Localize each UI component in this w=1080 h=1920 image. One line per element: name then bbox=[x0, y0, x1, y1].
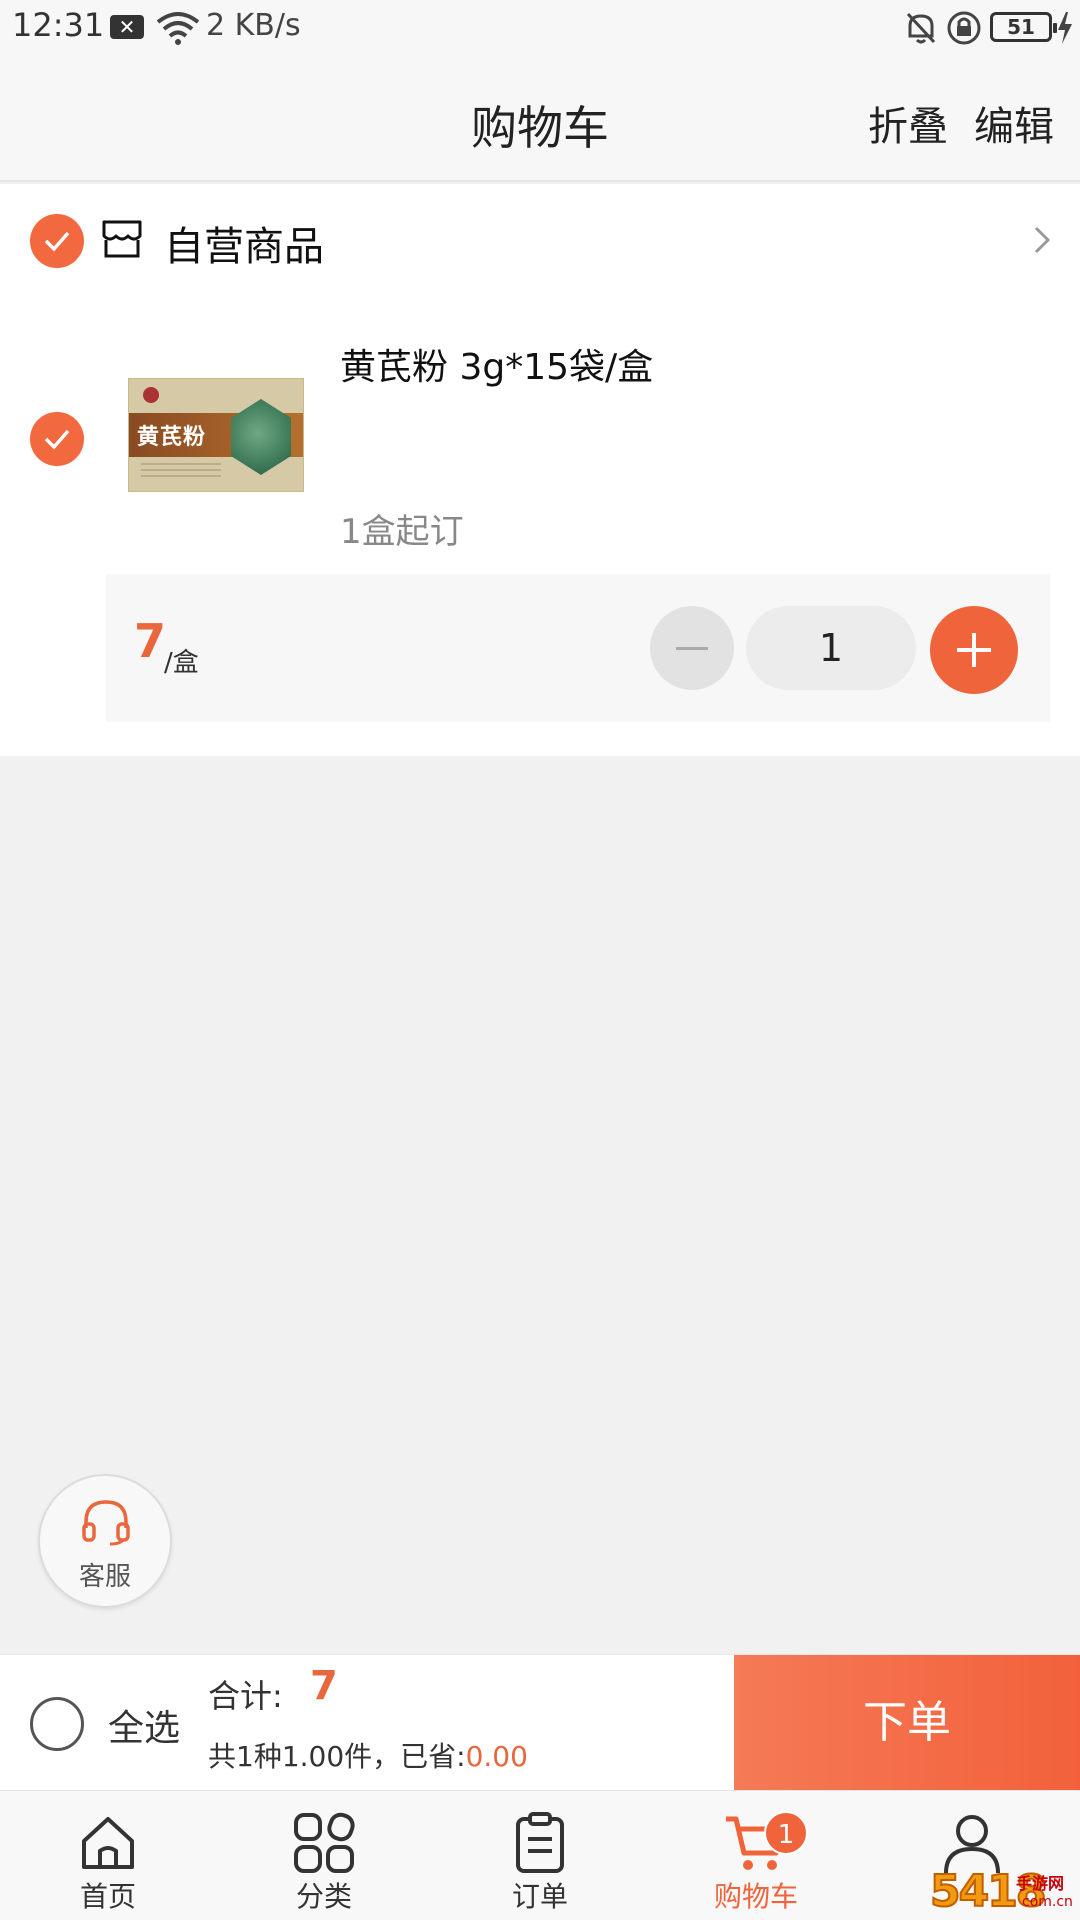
increase-quantity-button[interactable] bbox=[930, 606, 1018, 694]
select-all-checkbox[interactable] bbox=[30, 1697, 84, 1751]
store-card: 自营商品 黄芪粉 黄芪粉 3g*15袋/盒 1盒起订 7 /盒 1 bbox=[0, 184, 1080, 756]
tab-category[interactable]: 分类 bbox=[216, 1791, 432, 1920]
place-order-button[interactable]: 下单 bbox=[734, 1655, 1080, 1791]
status-time: 12:31 bbox=[12, 6, 105, 44]
tab-label: 首页 bbox=[79, 1880, 136, 1913]
watermark-text: 手游网 bbox=[1016, 1874, 1065, 1893]
store-icon bbox=[102, 220, 142, 258]
summary-text: 共1种1.00件，已省: bbox=[208, 1740, 466, 1773]
product-image[interactable]: 黄芪粉 bbox=[128, 378, 304, 492]
select-all-label[interactable]: 全选 bbox=[108, 1699, 180, 1751]
quantity-input[interactable]: 1 bbox=[746, 606, 916, 690]
customer-service-label: 客服 bbox=[78, 1562, 131, 1592]
tab-label: 购物车 bbox=[713, 1880, 798, 1913]
status-bar: 12:31 ✕ 2 KB/s 51 bbox=[0, 0, 1080, 56]
cart-badge: 1 bbox=[764, 1811, 808, 1855]
store-checkbox[interactable] bbox=[30, 214, 84, 268]
tab-label: 分类 bbox=[295, 1880, 352, 1913]
total-value: 7 bbox=[310, 1663, 338, 1709]
page-header: 购物车 折叠 编辑 bbox=[0, 56, 1080, 182]
min-order-text: 1盒起订 bbox=[340, 512, 464, 552]
wifi-icon bbox=[156, 12, 200, 45]
store-name: 自营商品 bbox=[164, 224, 324, 270]
bottom-tab-bar: 首页 分类 订单 1 购物车 bbox=[0, 1790, 1080, 1920]
watermark-domain: com.cn bbox=[1022, 1894, 1073, 1910]
network-speed: 2 KB/s bbox=[206, 8, 301, 43]
product-logo bbox=[143, 387, 159, 403]
saved-amount: 0.00 bbox=[465, 1740, 528, 1773]
product-image-label: 黄芪粉 bbox=[137, 425, 207, 450]
tab-label: 订单 bbox=[511, 1880, 568, 1913]
fold-button[interactable]: 折叠 bbox=[868, 94, 948, 152]
price-row: 7 /盒 1 bbox=[106, 574, 1050, 722]
tab-home[interactable]: 首页 bbox=[0, 1791, 216, 1920]
order-summary: 共1种1.00件，已省:0.00 bbox=[208, 1735, 528, 1775]
edit-button[interactable]: 编辑 bbox=[974, 94, 1054, 152]
total-label: 合计: bbox=[208, 1677, 283, 1715]
battery-icon: 51 bbox=[990, 12, 1057, 42]
check-icon bbox=[44, 429, 70, 450]
charging-icon bbox=[1058, 12, 1072, 44]
item-price-unit: /盒 bbox=[164, 648, 199, 678]
home-icon bbox=[82, 1817, 134, 1869]
check-icon bbox=[44, 231, 70, 252]
customer-service-button[interactable]: 客服 bbox=[38, 1474, 172, 1608]
headset-icon bbox=[82, 1500, 130, 1546]
tab-cart[interactable]: 1 购物车 bbox=[648, 1791, 864, 1920]
category-icon bbox=[294, 1812, 355, 1873]
product-name[interactable]: 黄芪粉 3g*15袋/盒 bbox=[340, 338, 653, 390]
decrease-quantity-button[interactable] bbox=[650, 606, 734, 690]
order-icon bbox=[516, 1812, 564, 1873]
product-herb-graphic bbox=[231, 399, 291, 475]
checkout-bar: 全选 合计: 7 共1种1.00件，已省:0.00 下单 bbox=[0, 1654, 1080, 1791]
rotation-lock-icon bbox=[947, 11, 981, 45]
site-watermark: 5418 手游网 com.cn bbox=[929, 1865, 1080, 1920]
chevron-right-icon[interactable] bbox=[1032, 224, 1052, 256]
close-box-icon: ✕ bbox=[110, 15, 144, 39]
item-price: 7 bbox=[134, 614, 167, 668]
tab-orders[interactable]: 订单 bbox=[432, 1791, 648, 1920]
bell-off-icon bbox=[906, 12, 936, 44]
item-checkbox[interactable] bbox=[30, 412, 84, 466]
